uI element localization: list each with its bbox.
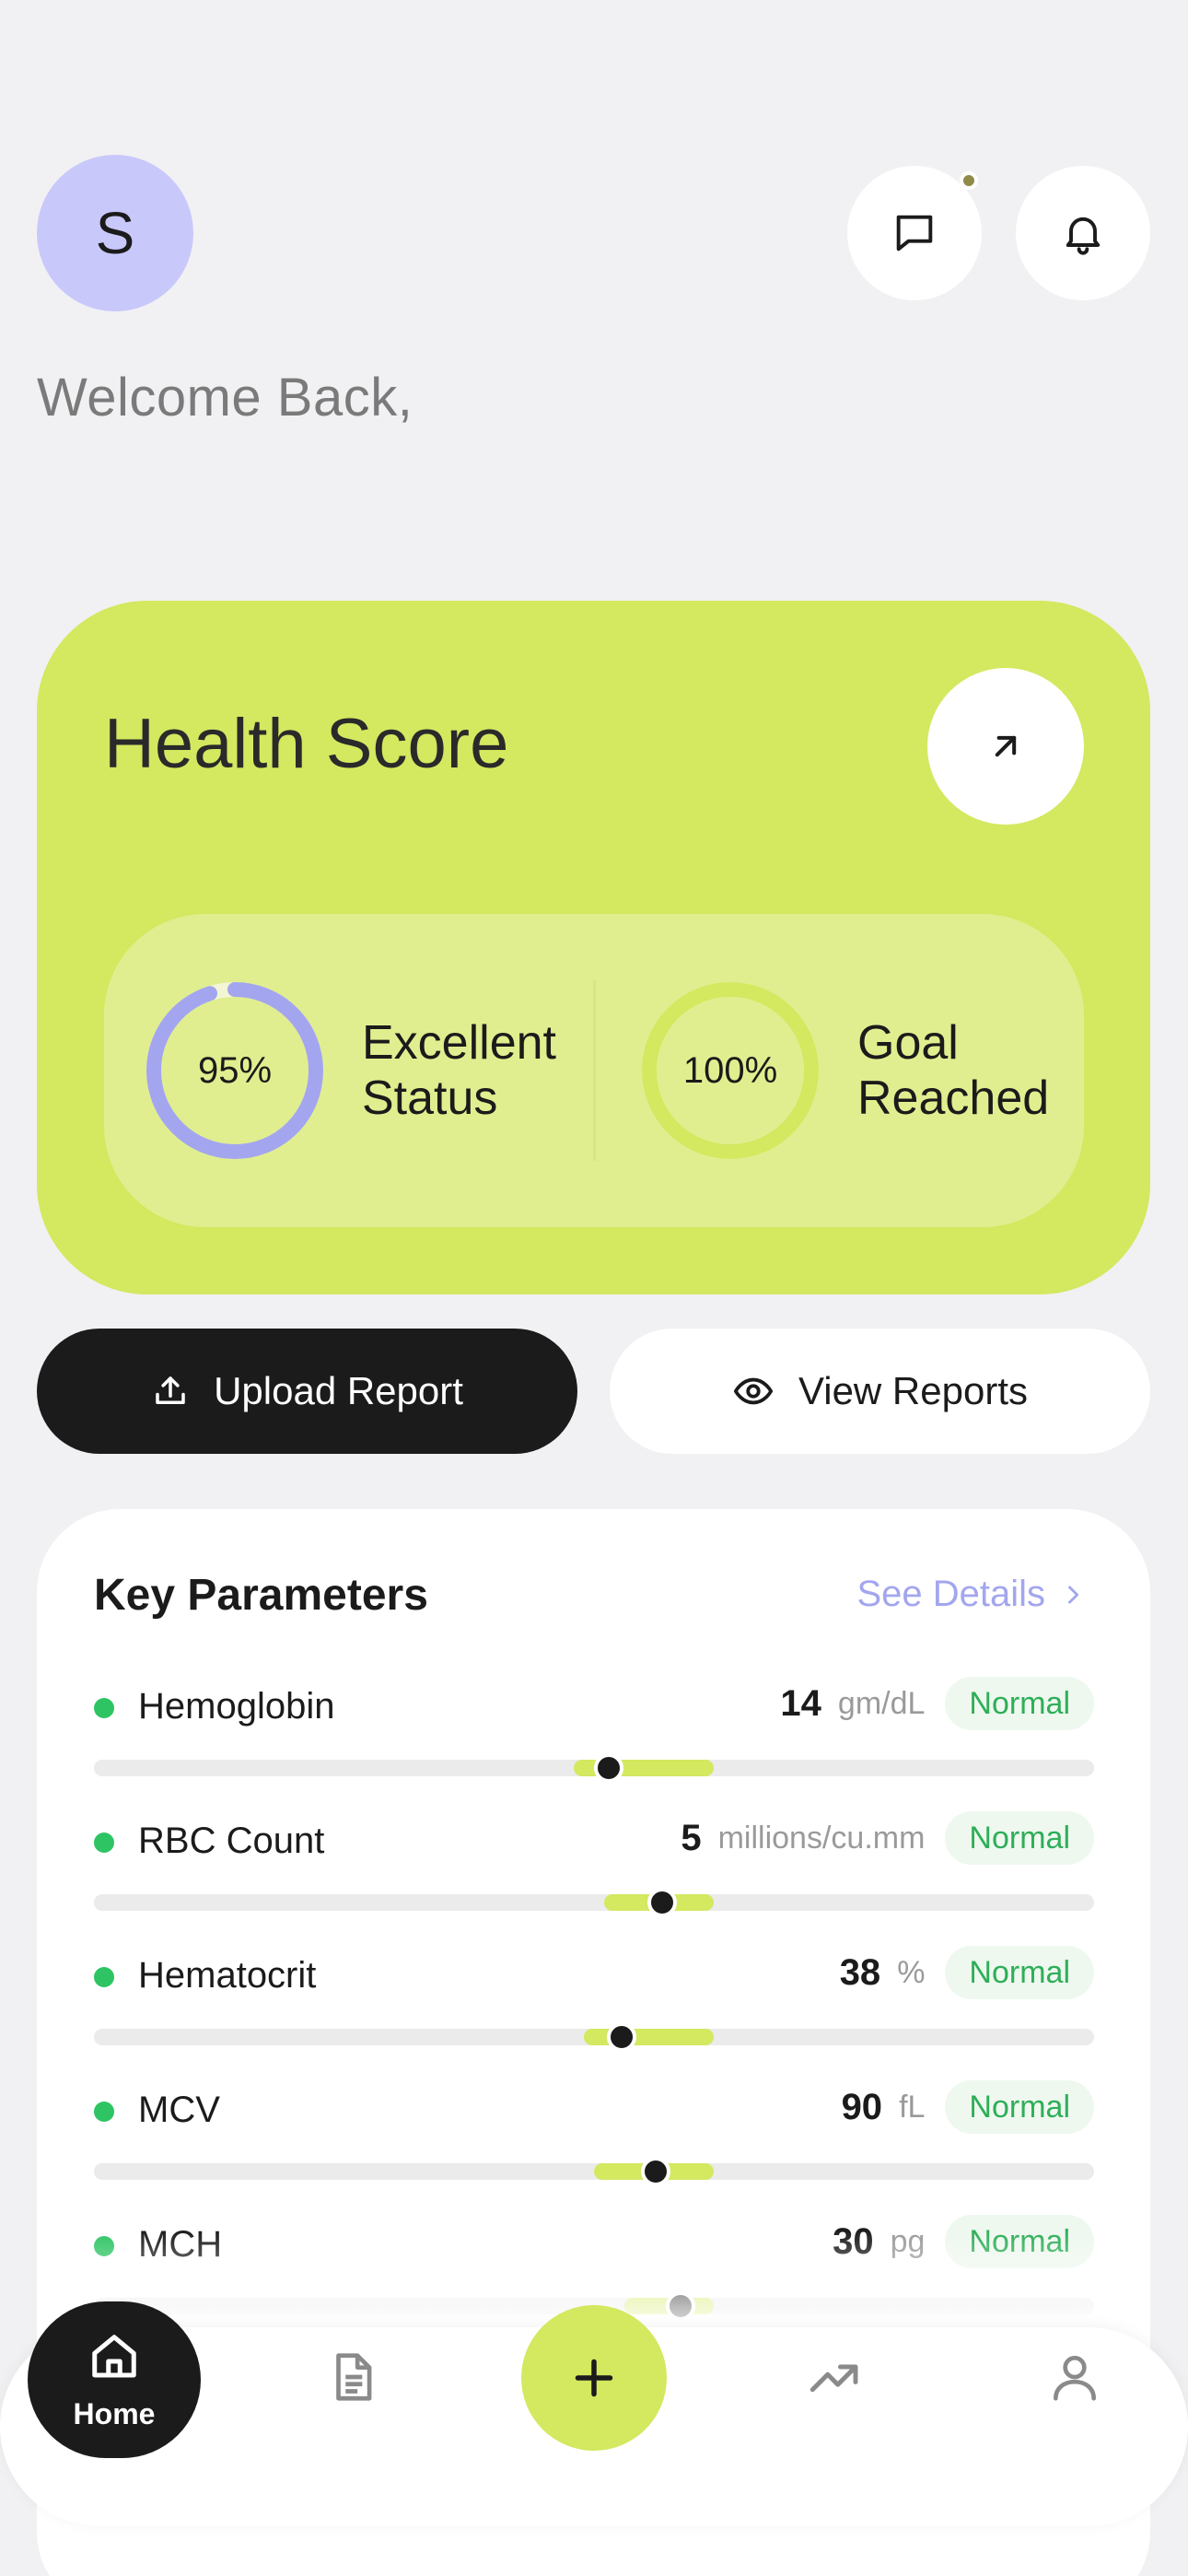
add-button[interactable] bbox=[521, 2305, 667, 2451]
goal-percent: 100% bbox=[682, 1049, 778, 1091]
status-label-line1: Excellent bbox=[362, 1016, 556, 1070]
eye-icon bbox=[732, 1370, 775, 1412]
avatar-initial: S bbox=[95, 200, 135, 266]
chat-icon bbox=[891, 209, 938, 257]
normal-range bbox=[584, 2029, 715, 2045]
status-dot bbox=[94, 1698, 114, 1718]
document-icon bbox=[324, 2348, 381, 2406]
chevron-right-icon bbox=[1060, 1582, 1086, 1608]
parameter-reading: 5 millions/cu.mm Normal bbox=[681, 1811, 1094, 1865]
nav-home-label: Home bbox=[73, 2396, 156, 2430]
nav-home[interactable]: Home bbox=[28, 2301, 201, 2458]
status-dot bbox=[94, 2102, 114, 2122]
parameter-unit: gm/dL bbox=[837, 1685, 926, 1721]
status-label-line2: Status bbox=[362, 1071, 498, 1125]
upload-icon bbox=[151, 1372, 190, 1411]
see-details-label: See Details bbox=[856, 1574, 1045, 1614]
upload-report-label: Upload Report bbox=[214, 1369, 463, 1412]
app-screen: S Welcome Back, Health Score 95% Excelle… bbox=[0, 0, 1188, 2576]
parameter-name: MCV bbox=[138, 2090, 220, 2130]
range-track bbox=[94, 1753, 1094, 1783]
parameter-name: RBC Count bbox=[138, 1821, 325, 1861]
value-marker bbox=[646, 1888, 677, 1917]
parameter-value: 38 bbox=[839, 1951, 881, 1993]
health-stats: 95% Excellent Status 100% Goal Reached bbox=[104, 914, 1084, 1227]
goal-label: Goal Reached bbox=[857, 1015, 1078, 1126]
value-marker bbox=[594, 1753, 624, 1783]
goal-label-line1: Goal bbox=[857, 1016, 959, 1070]
parameter-unit: % bbox=[897, 1954, 926, 1990]
parameter-reading: 38% Normal bbox=[840, 1946, 1094, 1999]
status-dot bbox=[94, 1967, 114, 1987]
trend-icon bbox=[805, 2347, 866, 2407]
parameter-row[interactable]: MCV 90 fL Normal bbox=[94, 2075, 1094, 2186]
stats-divider bbox=[593, 980, 596, 1161]
parameter-value: 90 bbox=[841, 2086, 883, 2127]
status-percent: 95% bbox=[197, 1049, 273, 1091]
status-badge: Normal bbox=[945, 1811, 1094, 1865]
parameter-unit: millions/cu.mm bbox=[717, 1820, 926, 1856]
status-badge: Normal bbox=[945, 1946, 1094, 1999]
view-reports-label: View Reports bbox=[798, 1369, 1028, 1412]
avatar[interactable]: S bbox=[37, 155, 193, 311]
welcome-text: Welcome Back, bbox=[37, 368, 413, 427]
home-icon bbox=[87, 2329, 142, 2384]
status-badge: Normal bbox=[945, 1677, 1094, 1730]
parameter-reading: 90 fL Normal bbox=[842, 2080, 1094, 2134]
status-progress-ring: 95% bbox=[143, 978, 327, 1163]
profile-icon bbox=[1046, 2348, 1103, 2406]
key-parameters-title: Key Parameters bbox=[94, 1571, 428, 1620]
bell-icon bbox=[1059, 209, 1107, 257]
nav-profile[interactable] bbox=[1042, 2345, 1107, 2409]
arrow-up-right-icon bbox=[985, 726, 1026, 767]
parameter-value: 5 bbox=[681, 1817, 702, 1858]
nav-reports[interactable] bbox=[320, 2345, 385, 2409]
status-label: Excellent Status bbox=[362, 1015, 583, 1126]
unread-indicator bbox=[960, 171, 978, 190]
value-marker bbox=[641, 2157, 671, 2186]
view-reports-button[interactable]: View Reports bbox=[610, 1329, 1150, 1454]
parameter-row[interactable]: RBC Count 5 millions/cu.mm Normal bbox=[94, 1806, 1094, 1917]
stat-status: 95% Excellent Status bbox=[143, 978, 583, 1163]
upload-report-button[interactable]: Upload Report bbox=[37, 1329, 577, 1454]
parameter-name: Hemoglobin bbox=[138, 1686, 335, 1727]
range-track bbox=[94, 2157, 1094, 2186]
see-details-link[interactable]: See Details bbox=[856, 1574, 1086, 1615]
status-badge: Normal bbox=[945, 2080, 1094, 2134]
notifications-button[interactable] bbox=[1016, 166, 1150, 300]
parameter-row[interactable]: Hematocrit 38% Normal bbox=[94, 1940, 1094, 2052]
plus-icon bbox=[566, 2350, 622, 2406]
open-health-score-button[interactable] bbox=[927, 668, 1084, 825]
health-score-card: Health Score 95% Excellent Status 100% G… bbox=[37, 601, 1150, 1294]
value-marker bbox=[607, 2022, 637, 2052]
nav-trends[interactable] bbox=[803, 2345, 868, 2409]
range-track bbox=[94, 1888, 1094, 1917]
health-score-title: Health Score bbox=[104, 705, 509, 783]
status-dot bbox=[94, 1832, 114, 1853]
goal-label-line2: Reached bbox=[857, 1071, 1050, 1125]
parameter-unit: fL bbox=[899, 2089, 926, 2125]
range-track bbox=[94, 2022, 1094, 2052]
parameter-reading: 14 gm/dL Normal bbox=[780, 1677, 1094, 1730]
parameter-row[interactable]: Hemoglobin 14 gm/dL Normal bbox=[94, 1671, 1094, 1783]
goal-progress-ring: 100% bbox=[638, 978, 822, 1163]
parameter-name: Hematocrit bbox=[138, 1955, 317, 1996]
parameter-value: 14 bbox=[780, 1682, 821, 1724]
stat-goal: 100% Goal Reached bbox=[638, 978, 1078, 1163]
